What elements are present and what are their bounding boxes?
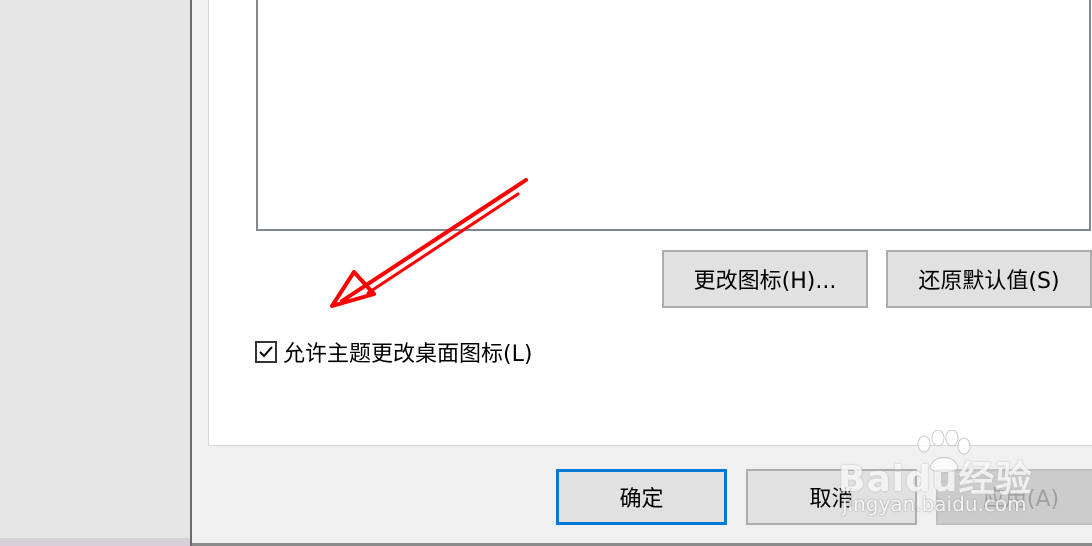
cancel-button-label: 取消 bbox=[809, 487, 854, 512]
restore-default-button[interactable]: 还原默认值(S) bbox=[886, 250, 1092, 308]
ok-button-label: 确定 bbox=[619, 487, 664, 512]
allow-themes-change-icons-label: 允许主题更改桌面图标(L) bbox=[283, 342, 533, 367]
change-icon-button-label: 更改图标(H)... bbox=[693, 269, 837, 294]
allow-themes-change-icons-row[interactable]: 允许主题更改桌面图标(L) bbox=[255, 337, 532, 367]
apply-button-label: 应用(A) bbox=[982, 487, 1060, 512]
allow-themes-change-icons-checkbox[interactable] bbox=[255, 341, 277, 363]
ok-button[interactable]: 确定 bbox=[556, 469, 727, 525]
desktop-icon-list[interactable] bbox=[256, 0, 1091, 231]
backdrop-strip bbox=[0, 538, 192, 546]
checkmark-icon bbox=[259, 346, 273, 358]
apply-button[interactable]: 应用(A) bbox=[936, 469, 1092, 525]
desktop-backdrop bbox=[0, 0, 192, 546]
restore-default-button-label: 还原默认值(S) bbox=[918, 269, 1060, 294]
tab-panel: 更改图标(H)... 还原默认值(S) 允许主题更改桌面图标(L) bbox=[208, 0, 1092, 446]
cancel-button[interactable]: 取消 bbox=[746, 469, 917, 525]
change-icon-button[interactable]: 更改图标(H)... bbox=[662, 250, 868, 308]
desktop-icon-settings-dialog: 更改图标(H)... 还原默认值(S) 允许主题更改桌面图标(L) 确定 取消 … bbox=[190, 0, 1092, 546]
screenshot-root: 更改图标(H)... 还原默认值(S) 允许主题更改桌面图标(L) 确定 取消 … bbox=[0, 0, 1092, 546]
